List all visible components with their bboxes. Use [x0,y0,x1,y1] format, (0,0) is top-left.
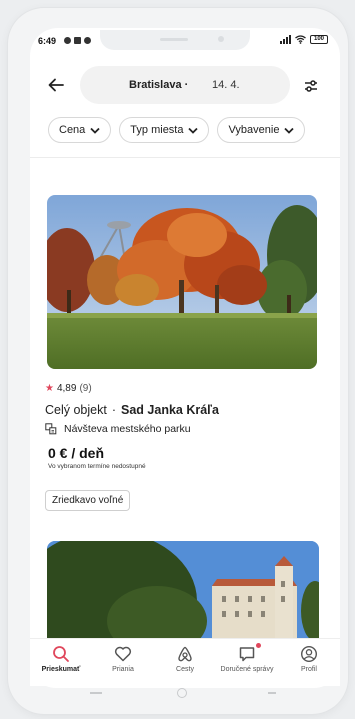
filter-chip-label: Typ miesta [130,124,184,136]
title-separator: · [111,403,117,417]
system-home-icon[interactable] [177,688,187,698]
filter-chip-place-type[interactable]: Typ miesta [119,117,210,143]
rating-value: 4,89 [56,383,77,394]
review-count: (9) [79,383,92,394]
listing-name: Sad Janka Kráľa [121,403,219,417]
star-icon: ★ [45,383,54,394]
notification-dot [256,643,261,648]
nav-explore[interactable]: Prieskumať [30,639,92,686]
back-arrow-icon[interactable] [48,78,66,94]
battery-icon: 100 [310,35,328,44]
nav-inbox[interactable]: Doručené správy [216,639,278,686]
system-back-icon[interactable] [268,692,276,694]
filter-settings-icon[interactable] [303,78,319,94]
activity-icon [45,423,57,435]
nav-profile[interactable]: Profil [278,639,340,686]
nav-label: Priania [112,666,134,673]
status-right-icons: 100 [280,35,328,44]
listing-rating: ★ 4,89 (9) [45,383,92,394]
filter-chip-amenities[interactable]: Vybavenie [217,117,306,143]
nav-wishlists[interactable]: Priania [92,639,154,686]
filter-chip-label: Vybavenie [228,124,280,136]
signal-icon [280,35,291,44]
header-separator: · [184,79,189,91]
chevron-down-icon [188,127,199,134]
activity-label: Návšteva mestského parku [64,423,191,435]
airbnb-icon [178,646,192,662]
filter-chip-label: Cena [59,124,86,136]
bottom-navigation: Prieskumať Priania Cesty Doručené správy… [30,638,340,686]
message-icon [239,647,255,662]
chevron-down-icon [90,127,100,134]
system-recents-icon[interactable] [90,692,102,694]
listing-title[interactable]: Celý objekt · Sad Janka Kráľa [45,403,219,417]
wifi-icon [295,35,306,44]
heart-icon [114,646,132,662]
system-navigation-bar [30,686,340,708]
nav-label: Profil [301,666,317,673]
status-notification-icons [64,37,91,44]
header-divider [30,157,340,158]
search-date: 14. 4. [212,79,240,91]
filter-chips: Cena Typ miesta Vybavenie [48,117,348,143]
chevron-down-icon [284,127,295,134]
availability-badge: Zriedkavo voľné [45,490,131,511]
status-time: 6:49 [38,36,57,46]
listing-type: Celý objekt [45,403,107,417]
search-location: Bratislava · [129,79,189,91]
search-summary-pill[interactable]: Bratislava · 14. 4. [80,66,290,104]
price-note: Vo vybranom termíne nedostupné [48,463,146,470]
nav-label: Cesty [176,666,194,673]
filter-chip-price[interactable]: Cena [48,117,112,143]
listing-photo[interactable] [47,541,319,641]
listing-price: 0 € / deň [48,445,105,461]
profile-icon [300,645,318,663]
phone-notch [100,30,250,50]
nav-trips[interactable]: Cesty [154,639,216,686]
nav-label: Prieskumať [41,666,81,673]
listing-photo[interactable] [47,195,317,369]
listing-activity: Návšteva mestského parku [45,423,191,435]
nav-label: Doručené správy [220,666,274,673]
search-icon [53,646,69,662]
